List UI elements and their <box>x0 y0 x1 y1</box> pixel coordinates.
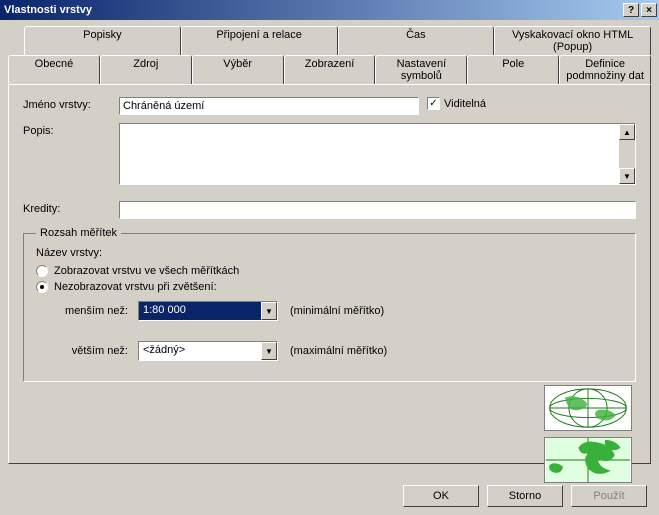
min-scale-combo[interactable]: 1:80 000 ▼ <box>138 301 278 321</box>
radio-icon <box>36 265 48 277</box>
tab-popup[interactable]: Vyskakovací okno HTML (Popup) <box>494 26 651 55</box>
window-title: Vlastnosti vrstvy <box>4 4 621 16</box>
description-textarea[interactable]: ▲ ▼ <box>119 123 636 185</box>
tab-panel-obecne: Jméno vrstvy: ✓ Viditelná Popis: ▲ ▼ Kre… <box>8 84 651 464</box>
radio-zoom-label: Nezobrazovat vrstvu při zvětšení: <box>54 281 217 293</box>
tab-row-top: Popisky Připojení a relace Čas Vyskakova… <box>24 26 651 55</box>
ok-button[interactable]: OK <box>403 485 479 507</box>
max-scale-label: větším než: <box>56 345 132 357</box>
chevron-down-icon[interactable]: ▼ <box>261 342 277 360</box>
tab-symboly[interactable]: Nastavení symbolů <box>375 55 467 84</box>
globe-icon <box>545 386 631 430</box>
layer-name-label: Jméno vrstvy: <box>23 97 119 111</box>
tab-popisky[interactable]: Popisky <box>24 26 181 55</box>
close-button[interactable]: × <box>641 3 657 17</box>
layer-name-input[interactable] <box>119 97 419 115</box>
radio-all-scales[interactable]: Zobrazovat vrstvu ve všech měřítkách <box>36 265 623 277</box>
tab-pole[interactable]: Pole <box>467 55 559 84</box>
credits-input[interactable] <box>119 201 636 219</box>
cancel-button[interactable]: Storno <box>487 485 563 507</box>
credits-label: Kredity: <box>23 201 119 215</box>
apply-button: Použít <box>571 485 647 507</box>
titlebar: Vlastnosti vrstvy ? × <box>0 0 659 20</box>
visible-label: Viditelná <box>444 98 486 110</box>
min-scale-label: menším než: <box>56 305 132 317</box>
globe-thumbnail <box>544 385 632 431</box>
description-value <box>120 124 619 184</box>
map-thumbnail <box>544 437 632 483</box>
tab-row-bottom: Obecné Zdroj Výběr Zobrazení Nastavení s… <box>8 55 651 84</box>
tab-definice[interactable]: Definice podmnožiny dat <box>559 55 651 84</box>
scroll-down-icon[interactable]: ▼ <box>619 168 635 184</box>
max-scale-value: <žádný> <box>139 342 261 360</box>
scale-range-group: Rozsah měřítek Název vrstvy: Zobrazovat … <box>23 227 636 382</box>
max-scale-combo[interactable]: <žádný> ▼ <box>138 341 278 361</box>
tab-cas[interactable]: Čas <box>338 26 495 55</box>
scale-range-legend: Rozsah měřítek <box>36 227 121 239</box>
min-scale-hint: (minimální měřítko) <box>290 305 384 317</box>
max-scale-hint: (maximální měřítko) <box>290 345 387 357</box>
scale-layer-name-label: Název vrstvy: <box>36 247 623 259</box>
scroll-up-icon[interactable]: ▲ <box>619 124 635 140</box>
tab-pripojeni[interactable]: Připojení a relace <box>181 26 338 55</box>
map-icon <box>545 438 631 482</box>
description-label: Popis: <box>23 123 119 137</box>
description-scrollbar[interactable]: ▲ ▼ <box>619 124 635 184</box>
tab-obecne[interactable]: Obecné <box>8 55 100 85</box>
tab-zobrazeni[interactable]: Zobrazení <box>284 55 376 84</box>
dialog-button-bar: OK Storno Použít <box>403 485 647 507</box>
check-icon: ✓ <box>427 97 440 110</box>
dialog-content: Popisky Připojení a relace Čas Vyskakova… <box>0 20 659 470</box>
tab-vyber[interactable]: Výběr <box>192 55 284 84</box>
chevron-down-icon[interactable]: ▼ <box>261 302 277 320</box>
tab-zdroj[interactable]: Zdroj <box>100 55 192 84</box>
radio-zoom-only[interactable]: Nezobrazovat vrstvu při zvětšení: <box>36 281 623 293</box>
min-scale-value: 1:80 000 <box>139 302 261 320</box>
radio-icon <box>36 281 48 293</box>
visible-checkbox[interactable]: ✓ Viditelná <box>427 97 486 110</box>
help-button[interactable]: ? <box>623 3 639 17</box>
titlebar-buttons: ? × <box>621 3 657 17</box>
radio-all-label: Zobrazovat vrstvu ve všech měřítkách <box>54 265 239 277</box>
